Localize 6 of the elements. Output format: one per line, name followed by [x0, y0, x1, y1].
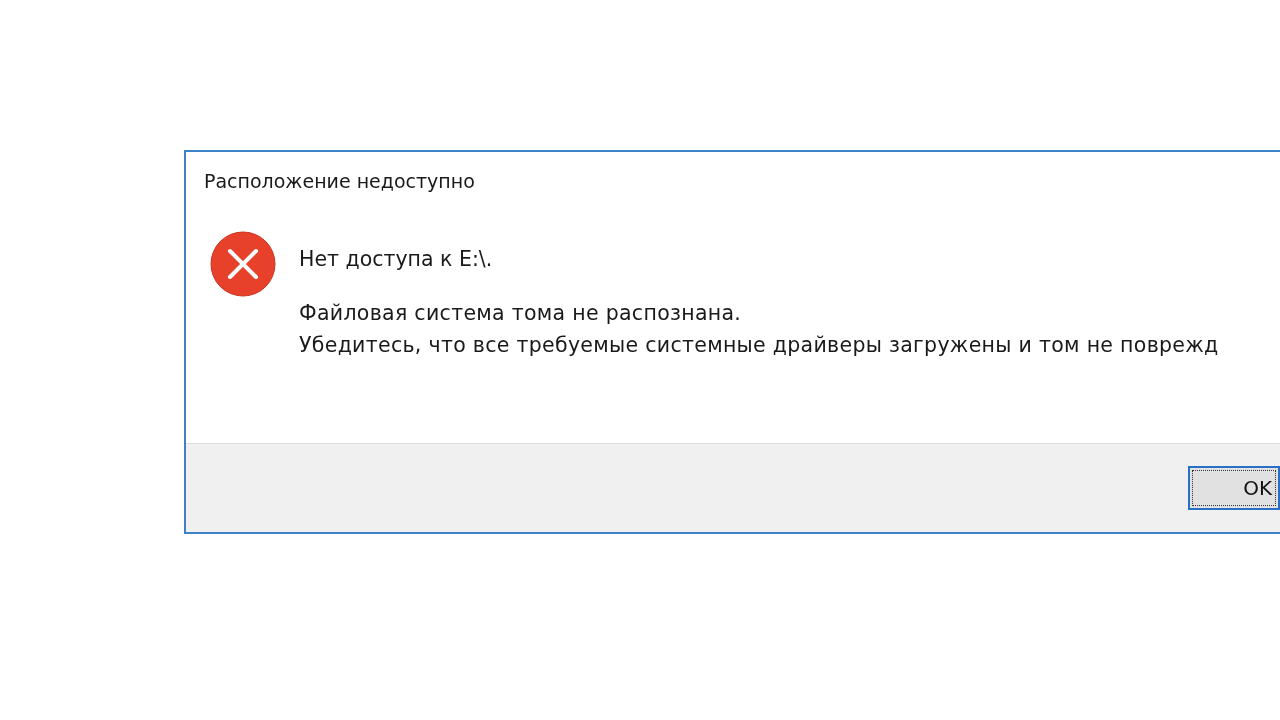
ok-button[interactable]: OK: [1188, 466, 1280, 510]
dialog-title: Расположение недоступно: [204, 170, 475, 192]
error-message: Убедитесь, что все требуемые системные драйверы загружены и том не поврежд: [299, 333, 1219, 357]
error-message: Файловая система тома не распознана.: [299, 301, 742, 325]
error-icon: [210, 231, 276, 297]
error-heading: Нет доступа к E:\.: [299, 247, 493, 271]
